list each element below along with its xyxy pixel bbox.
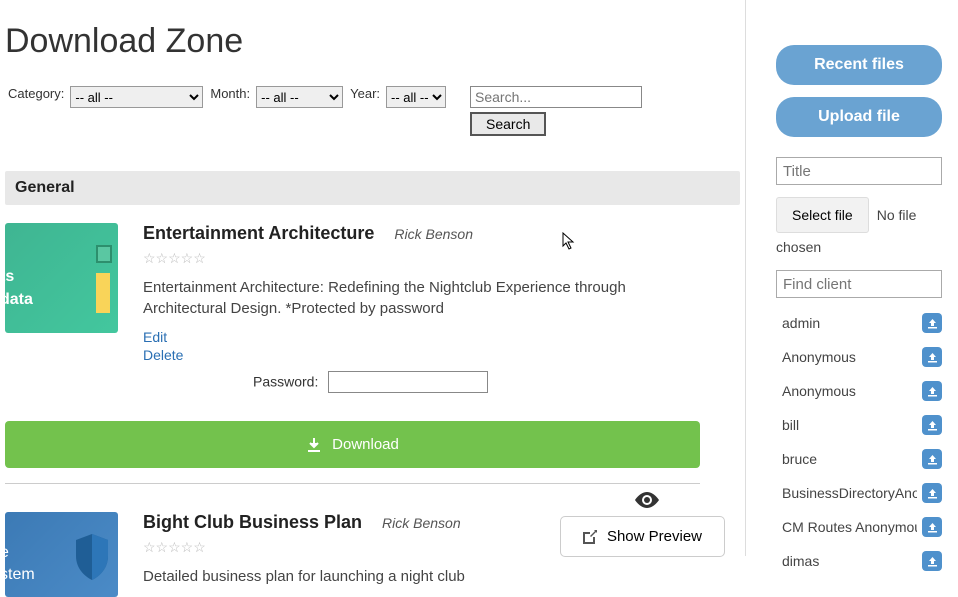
delete-link[interactable]: Delete bbox=[143, 347, 740, 363]
upload-icon[interactable] bbox=[922, 347, 942, 367]
star-rating[interactable]: ☆☆☆☆☆ bbox=[143, 250, 740, 267]
page-title: Download Zone bbox=[5, 22, 740, 61]
client-name: admin bbox=[782, 315, 820, 331]
year-select[interactable]: -- all -- bbox=[386, 86, 446, 108]
no-file-label: No file bbox=[877, 207, 917, 223]
upload-icon[interactable] bbox=[922, 517, 942, 537]
client-name: Anonymous bbox=[782, 349, 856, 365]
file-item: ts data Entertainment Architecture Rick … bbox=[5, 205, 740, 393]
client-row: bruce bbox=[776, 442, 942, 476]
client-name: dimas bbox=[782, 553, 819, 569]
file-description: Entertainment Architecture: Redefining t… bbox=[143, 277, 703, 319]
thumb-text: stem bbox=[5, 566, 35, 584]
thumb-shape bbox=[96, 273, 110, 313]
client-row: BusinessDirectoryAnonymous bbox=[776, 476, 942, 510]
recent-files-button[interactable]: Recent files bbox=[776, 45, 942, 85]
file-description: Detailed business plan for launching a n… bbox=[143, 566, 703, 587]
search-button[interactable]: Search bbox=[470, 112, 546, 136]
client-row: Anonymous bbox=[776, 374, 942, 408]
client-name: CM Routes Anonymous bbox=[782, 519, 917, 535]
select-file-button[interactable]: Select file bbox=[776, 197, 869, 233]
eye-icon bbox=[634, 492, 660, 511]
upload-icon[interactable] bbox=[922, 449, 942, 469]
client-name: BusinessDirectoryAnonymous bbox=[782, 485, 917, 501]
client-row: admin bbox=[776, 306, 942, 340]
year-label: Year: bbox=[350, 86, 380, 101]
category-label: Category: bbox=[8, 86, 64, 101]
month-label: Month: bbox=[210, 86, 250, 101]
download-label: Download bbox=[332, 436, 399, 453]
file-thumbnail: ts data bbox=[5, 223, 118, 333]
search-input[interactable] bbox=[470, 86, 642, 108]
external-link-icon bbox=[583, 530, 597, 544]
show-preview-button[interactable]: Show Preview bbox=[560, 516, 725, 557]
password-label: Password: bbox=[253, 374, 318, 390]
title-input[interactable] bbox=[776, 157, 942, 185]
thumb-text: e bbox=[5, 544, 9, 562]
password-input[interactable] bbox=[328, 371, 488, 393]
file-title: Entertainment Architecture bbox=[143, 223, 374, 244]
edit-link[interactable]: Edit bbox=[143, 329, 740, 345]
chosen-label: chosen bbox=[776, 239, 945, 255]
category-select[interactable]: -- all -- bbox=[70, 86, 203, 108]
upload-file-button[interactable]: Upload file bbox=[776, 97, 942, 137]
divider bbox=[5, 483, 700, 484]
show-preview-label: Show Preview bbox=[607, 528, 702, 545]
thumb-text: data bbox=[5, 291, 33, 309]
client-row: dimas bbox=[776, 544, 942, 578]
month-select[interactable]: -- all -- bbox=[256, 86, 343, 108]
client-row: CM Routes Anonymous bbox=[776, 510, 942, 544]
section-header-general: General bbox=[5, 171, 740, 205]
filter-bar: Category: -- all -- Month: -- all -- Yea… bbox=[5, 86, 740, 136]
shield-icon bbox=[72, 532, 112, 582]
upload-icon[interactable] bbox=[922, 551, 942, 571]
file-author: Rick Benson bbox=[382, 515, 461, 531]
client-name: bill bbox=[782, 417, 799, 433]
client-list: admin Anonymous Anonymous bill bruce Bus… bbox=[776, 306, 945, 578]
download-button[interactable]: Download bbox=[5, 421, 700, 468]
upload-icon[interactable] bbox=[922, 415, 942, 435]
thumb-shape bbox=[96, 245, 112, 263]
file-thumbnail: e stem bbox=[5, 512, 118, 597]
upload-icon[interactable] bbox=[922, 483, 942, 503]
file-item: e stem Bight Club Business Plan Rick Ben… bbox=[5, 494, 740, 597]
client-name: Anonymous bbox=[782, 383, 856, 399]
thumb-text: ts bbox=[5, 268, 14, 286]
file-author: Rick Benson bbox=[394, 226, 473, 242]
find-client-input[interactable] bbox=[776, 270, 942, 298]
upload-icon[interactable] bbox=[922, 313, 942, 333]
download-icon bbox=[306, 437, 322, 453]
client-name: bruce bbox=[782, 451, 817, 467]
file-title: Bight Club Business Plan bbox=[143, 512, 362, 533]
upload-icon[interactable] bbox=[922, 381, 942, 401]
client-row: Anonymous bbox=[776, 340, 942, 374]
client-row: bill bbox=[776, 408, 942, 442]
